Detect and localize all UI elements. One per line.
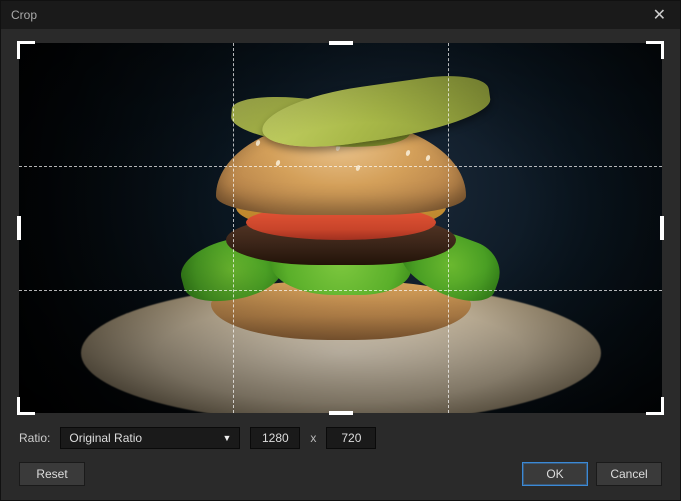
preview-image: [19, 43, 662, 413]
chevron-down-icon: ▼: [222, 433, 231, 443]
close-icon[interactable]: ✕: [649, 5, 670, 25]
cancel-button[interactable]: Cancel: [596, 462, 662, 486]
crop-handle-top-left[interactable]: [17, 41, 35, 59]
height-input[interactable]: 720: [326, 427, 376, 449]
crop-handle-left[interactable]: [17, 216, 21, 240]
crop-handle-top-right[interactable]: [646, 41, 664, 59]
dimension-separator: x: [310, 431, 316, 445]
titlebar: Crop ✕: [1, 1, 680, 29]
crop-handle-bottom-right[interactable]: [646, 397, 664, 415]
width-input[interactable]: 1280: [250, 427, 300, 449]
dialog-title: Crop: [11, 8, 37, 22]
ratio-label: Ratio:: [19, 431, 50, 445]
crop-dialog: Crop ✕: [0, 0, 681, 501]
ratio-selected-value: Original Ratio: [69, 431, 142, 445]
crop-handle-bottom[interactable]: [329, 411, 353, 415]
crop-handle-top[interactable]: [329, 41, 353, 45]
crop-preview[interactable]: [19, 43, 662, 413]
footer: Reset OK Cancel: [1, 450, 680, 500]
ratio-select[interactable]: Original Ratio ▼: [60, 427, 240, 449]
crop-handle-bottom-left[interactable]: [17, 397, 35, 415]
ok-button[interactable]: OK: [522, 462, 588, 486]
crop-handle-right[interactable]: [660, 216, 664, 240]
controls-row: Ratio: Original Ratio ▼ 1280 x 720: [1, 421, 680, 449]
reset-button[interactable]: Reset: [19, 462, 85, 486]
